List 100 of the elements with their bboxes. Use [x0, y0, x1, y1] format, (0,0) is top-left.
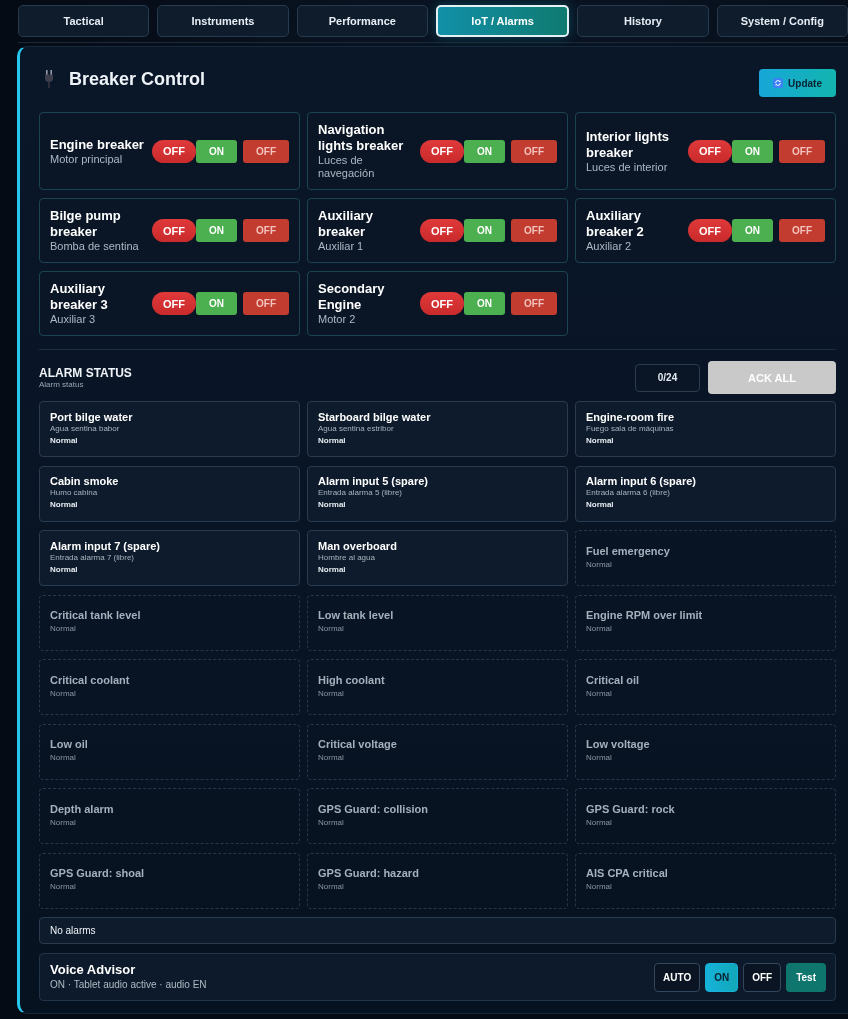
- breaker-subtitle: Auxiliar 1: [318, 240, 365, 253]
- alarm-status: Normal: [586, 623, 613, 635]
- breaker-subtitle: Motor principal: [50, 152, 124, 166]
- off-button[interactable]: OFF: [243, 139, 289, 163]
- on-button[interactable]: ON: [464, 219, 505, 242]
- alarm-name: Low tank level: [318, 609, 395, 622]
- breaker-name: Engine breaker: [50, 136, 145, 153]
- alarm-status: Normal: [318, 499, 347, 511]
- alarm-subtitle: Agua sentina estribor: [318, 423, 395, 434]
- plug-icon: [44, 70, 54, 88]
- alarm-name: Depth alarm: [50, 802, 115, 816]
- off-button[interactable]: OFF: [511, 139, 557, 163]
- breaker-name: Auxiliary breaker 3: [50, 281, 109, 313]
- alarm-subtitle: Hombre al agua: [318, 552, 376, 563]
- alarm-subtitle: Humo cabina: [50, 488, 99, 498]
- alarm-status: Normal: [50, 434, 79, 447]
- section-subtitle: Alarm status: [39, 379, 85, 390]
- alarm-status: Normal: [318, 752, 345, 764]
- alarm-status: Normal: [318, 881, 345, 893]
- alarm-name: Cabin smoke: [50, 475, 120, 488]
- status-pill: OFF: [420, 292, 464, 315]
- status-pill: OFF: [152, 292, 196, 315]
- alarm-name: Low oil: [50, 738, 89, 751]
- off-button[interactable]: OFF: [779, 219, 825, 242]
- alarm-status: Normal: [50, 563, 79, 576]
- status-pill: OFF: [688, 219, 732, 242]
- section-title: Breaker Control: [69, 69, 206, 89]
- mode-button[interactable]: OFF: [743, 962, 782, 992]
- voice-advisor-status: ON · Tablet audio active · audio EN: [50, 978, 207, 992]
- alarm-name: Alarm input 7 (spare): [50, 539, 162, 553]
- alarm-status: Normal: [586, 816, 613, 829]
- on-button[interactable]: ON: [196, 292, 237, 315]
- mode-button[interactable]: ON: [705, 962, 739, 992]
- alarm-name: GPS Guard: shoal: [50, 867, 146, 880]
- alarm-status: Normal: [318, 434, 347, 447]
- alarm-name: Critical tank level: [50, 609, 142, 622]
- alarm-subtitle: Entrada alarma 6 (libre): [586, 488, 672, 498]
- alarm-summary: No alarms: [50, 925, 96, 936]
- off-button[interactable]: OFF: [511, 219, 557, 242]
- breaker-subtitle: Luces de navegación: [318, 154, 376, 180]
- breaker-name: Auxiliary breaker 2: [586, 208, 645, 240]
- alarm-name: Low voltage: [586, 738, 651, 751]
- section-title: ALARM STATUS: [39, 365, 132, 380]
- alarm-status: Normal: [50, 881, 77, 893]
- alarm-status: Normal: [586, 752, 613, 764]
- alarm-name: Engine-room fire: [586, 410, 675, 424]
- on-button[interactable]: ON: [464, 292, 505, 315]
- alarm-name: Critical voltage: [318, 738, 398, 751]
- test-button[interactable]: Test: [786, 962, 826, 992]
- off-button[interactable]: OFF: [511, 292, 557, 315]
- on-button[interactable]: ON: [732, 219, 773, 242]
- alarm-name: Starboard bilge water: [318, 410, 432, 424]
- nav-tab[interactable]: IoT / Alarms: [436, 5, 570, 37]
- alarm-name: GPS Guard: rock: [586, 802, 676, 816]
- breaker-subtitle: Auxiliar 2: [586, 240, 633, 253]
- alarm-name: Man overboard: [318, 539, 398, 553]
- alarm-name: GPS Guard: hazard: [318, 867, 420, 880]
- alarm-name: Fuel emergency: [586, 544, 671, 558]
- nav-tab[interactable]: History: [577, 5, 709, 37]
- alarm-counter: 0/24: [635, 363, 700, 392]
- breaker-subtitle: Auxiliar 3: [50, 313, 97, 326]
- on-button[interactable]: ON: [196, 139, 237, 163]
- nav-tab[interactable]: Performance: [296, 5, 428, 37]
- alarm-status: Normal: [50, 499, 79, 511]
- breaker-subtitle: Luces de interior: [586, 160, 669, 174]
- breaker-name: Navigation lights breaker: [318, 122, 405, 154]
- voice-advisor-title: Voice Advisor: [50, 962, 137, 978]
- on-button[interactable]: ON: [196, 219, 237, 242]
- breaker-subtitle: Motor 2: [318, 313, 357, 326]
- alarm-name: Alarm input 6 (spare): [586, 475, 698, 488]
- status-pill: OFF: [688, 139, 732, 163]
- alarm-name: Alarm input 5 (spare): [318, 475, 430, 488]
- alarm-status: Normal: [50, 687, 77, 700]
- on-button[interactable]: ON: [732, 139, 773, 163]
- off-button[interactable]: OFF: [243, 219, 289, 242]
- status-pill: OFF: [152, 219, 196, 242]
- alarm-name: Engine RPM over limit: [586, 609, 704, 622]
- off-button[interactable]: OFF: [243, 292, 289, 315]
- alarm-status: Normal: [318, 816, 345, 829]
- status-pill: OFF: [420, 219, 464, 242]
- nav-tab[interactable]: Instruments: [157, 5, 289, 37]
- alarm-name: Critical oil: [586, 673, 641, 687]
- alarm-name: High coolant: [318, 673, 386, 687]
- nav-tab[interactable]: System / Config: [716, 5, 848, 37]
- alarm-status: Normal: [586, 499, 615, 511]
- alarm-status: Normal: [318, 623, 345, 635]
- breaker-name: Secondary Engine: [318, 281, 386, 313]
- update-button[interactable]: Update: [759, 69, 836, 97]
- alarm-subtitle: Entrada alarma 5 (libre): [318, 488, 404, 498]
- on-button[interactable]: ON: [464, 139, 505, 163]
- alarm-status: Normal: [318, 687, 345, 700]
- alarm-status: Normal: [586, 687, 613, 700]
- breaker-name: Auxiliary breaker: [318, 208, 374, 240]
- breaker-subtitle: Bomba de sentina: [50, 240, 140, 253]
- mode-button[interactable]: AUTO: [654, 962, 701, 992]
- nav-tab[interactable]: Tactical: [18, 5, 150, 37]
- alarm-status: Normal: [50, 752, 77, 764]
- alarm-subtitle: Agua sentina babor: [50, 423, 121, 434]
- alarm-status: Normal: [586, 558, 613, 571]
- off-button[interactable]: OFF: [779, 139, 825, 163]
